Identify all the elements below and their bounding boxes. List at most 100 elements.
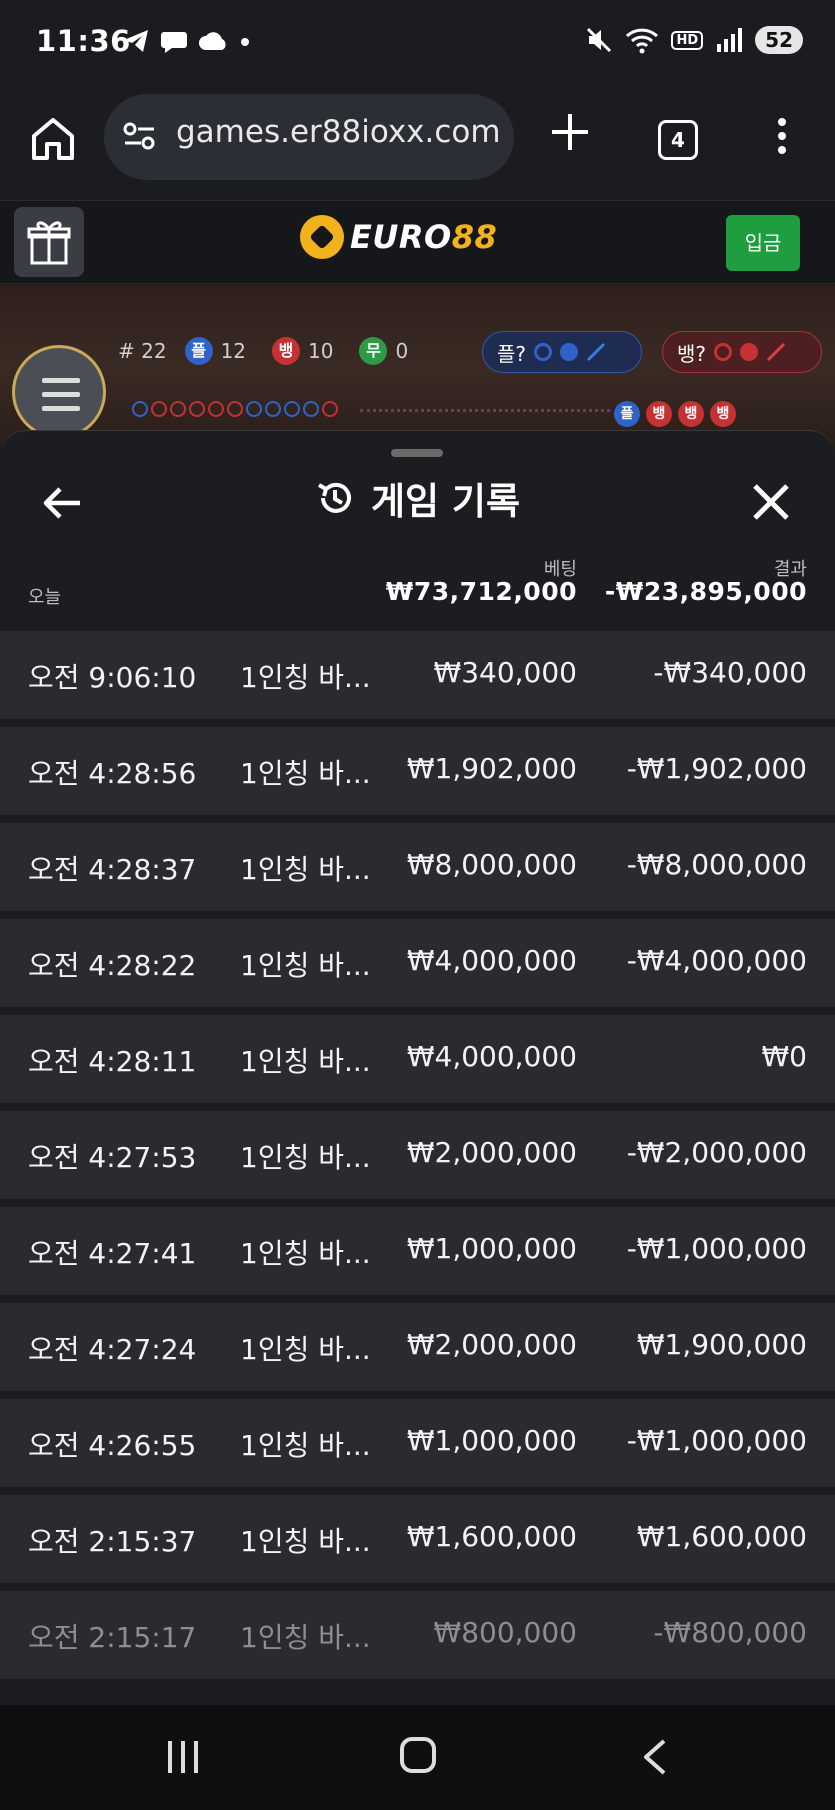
- row-time: 오전 4:27:53: [28, 1141, 197, 1174]
- address-bar[interactable]: games.er88ioxx.com: [104, 94, 514, 180]
- road-placeholder: [360, 409, 610, 412]
- banker-count: 10: [308, 339, 334, 363]
- history-row[interactable]: 오전 4:28:37 1인칭 바... ₩8,000,000 -₩8,000,000: [0, 823, 835, 911]
- wifi-icon: [626, 28, 659, 54]
- row-game: 1인칭 바...: [240, 661, 371, 694]
- status-bar: 11:36 HD 52: [0, 0, 835, 88]
- banker-predict-button[interactable]: 뱅?: [662, 331, 822, 373]
- hd-icon: HD: [671, 30, 704, 50]
- site-settings-icon[interactable]: [122, 120, 158, 152]
- row-result: ₩1,900,000: [636, 1328, 807, 1361]
- battery-indicator: 52: [755, 26, 803, 54]
- row-time: 오전 4:28:22: [28, 949, 197, 982]
- sheet-drag-handle[interactable]: [391, 449, 443, 457]
- history-row[interactable]: 오전 4:28:22 1인칭 바... ₩4,000,000 -₩4,000,000: [0, 919, 835, 1007]
- site-header: EURO88 입금: [0, 200, 835, 284]
- bet-total: ₩73,712,000: [385, 577, 577, 606]
- row-time: 오전 2:15:37: [28, 1525, 197, 1558]
- game-area: # 22 플 12 뱅 10 무 0 플? 뱅? 플 뱅 뱅 뱅: [0, 285, 835, 445]
- row-game: 1인칭 바...: [240, 1429, 371, 1462]
- row-game: 1인칭 바...: [240, 853, 371, 886]
- blue-dot-icon: [560, 343, 579, 361]
- row-bet: ₩4,000,000: [406, 1040, 577, 1073]
- system-nav-bar: [0, 1705, 835, 1810]
- dot-icon: [241, 38, 249, 46]
- row-result: -₩1,000,000: [626, 1424, 807, 1457]
- deposit-button[interactable]: 입금: [726, 215, 800, 271]
- row-bet: ₩1,600,000: [406, 1520, 577, 1553]
- row-result: -₩340,000: [653, 656, 807, 689]
- result-tag: 플: [614, 401, 640, 427]
- recent-apps-button[interactable]: [168, 1741, 198, 1773]
- tab-switcher-button[interactable]: 4: [658, 120, 698, 160]
- history-row[interactable]: 오전 4:28:56 1인칭 바... ₩1,902,000 -₩1,902,000: [0, 727, 835, 815]
- red-ring-icon: [714, 343, 733, 361]
- row-time: 오전 4:28:37: [28, 853, 197, 886]
- history-row[interactable]: 오전 2:15:37 1인칭 바... ₩1,600,000 ₩1,600,000: [0, 1495, 835, 1583]
- row-time: 오전 4:28:11: [28, 1045, 197, 1078]
- row-bet: ₩800,000: [433, 1616, 577, 1649]
- notification-icons: [122, 28, 252, 54]
- logo-number: 88: [451, 218, 498, 256]
- system-icons: HD 52: [585, 26, 803, 54]
- row-time: 오전 4:27:24: [28, 1333, 197, 1366]
- gift-button[interactable]: [14, 207, 84, 277]
- status-time: 11:36: [36, 24, 131, 58]
- result-tag: 뱅: [678, 401, 704, 427]
- row-bet: ₩2,000,000: [406, 1328, 577, 1361]
- row-game: 1인칭 바...: [240, 1141, 371, 1174]
- row-game: 1인칭 바...: [240, 1333, 371, 1366]
- history-row[interactable]: 오전 4:26:55 1인칭 바... ₩1,000,000 -₩1,000,000: [0, 1399, 835, 1487]
- close-button[interactable]: [750, 481, 792, 523]
- row-bet: ₩1,000,000: [406, 1232, 577, 1265]
- browser-toolbar: games.er88ioxx.com 4: [0, 88, 835, 200]
- history-row[interactable]: 오전 4:27:24 1인칭 바... ₩2,000,000 ₩1,900,000: [0, 1303, 835, 1391]
- result-tag: 뱅: [646, 401, 672, 427]
- tie-badge: 무: [359, 337, 388, 365]
- row-game: 1인칭 바...: [240, 1237, 371, 1270]
- row-bet: ₩1,902,000: [406, 752, 577, 785]
- row-result: -₩1,902,000: [626, 752, 807, 785]
- row-result: -₩4,000,000: [626, 944, 807, 977]
- red-slash-icon: [766, 342, 786, 362]
- row-time: 오전 4:26:55: [28, 1429, 197, 1462]
- player-count: 12: [220, 339, 247, 363]
- history-row[interactable]: 오전 4:28:11 1인칭 바... ₩4,000,000 ₩0: [0, 1015, 835, 1103]
- result-total: -₩23,895,000: [604, 577, 807, 606]
- history-row[interactable]: 오전 4:27:53 1인칭 바... ₩2,000,000 -₩2,000,000: [0, 1111, 835, 1199]
- back-button[interactable]: [640, 1737, 670, 1777]
- row-result: -₩1,000,000: [626, 1232, 807, 1265]
- row-game: 1인칭 바...: [240, 1525, 371, 1558]
- gift-icon: [27, 221, 71, 265]
- row-game: 1인칭 바...: [240, 757, 371, 790]
- player-badge: 플: [184, 337, 213, 365]
- soccer-ball-icon: [300, 215, 344, 259]
- row-game: 1인칭 바...: [240, 949, 371, 982]
- history-row[interactable]: 오전 2:15:17 1인칭 바... ₩800,000 -₩800,000: [0, 1591, 835, 1679]
- home-button[interactable]: [400, 1737, 436, 1773]
- history-row[interactable]: 오전 9:06:10 1인칭 바... ₩340,000 -₩340,000: [0, 631, 835, 719]
- player-predict-button[interactable]: 플?: [482, 331, 642, 373]
- row-bet: ₩4,000,000: [406, 944, 577, 977]
- site-logo[interactable]: EURO88: [300, 215, 497, 259]
- row-result: ₩0: [761, 1040, 808, 1073]
- blue-slash-icon: [586, 342, 606, 362]
- history-icon: [317, 482, 351, 513]
- browser-menu-button[interactable]: [770, 118, 794, 162]
- row-game: 1인칭 바...: [240, 1621, 371, 1654]
- player-predict-label: 플?: [497, 341, 527, 366]
- chat-icon: [161, 32, 187, 53]
- row-time: 오전 4:28:56: [28, 757, 197, 790]
- row-bet: ₩2,000,000: [406, 1136, 577, 1169]
- logo-text: EURO: [350, 218, 452, 256]
- red-dot-icon: [740, 343, 759, 361]
- history-row[interactable]: 오전 4:27:41 1인칭 바... ₩1,000,000 -₩1,000,000: [0, 1207, 835, 1295]
- browser-home-button[interactable]: [28, 114, 78, 164]
- game-menu-button[interactable]: [12, 345, 106, 439]
- row-game: 1인칭 바...: [240, 1045, 371, 1078]
- banker-predict-label: 뱅?: [677, 341, 707, 366]
- new-tab-button[interactable]: [548, 110, 592, 154]
- banker-badge: 뱅: [272, 337, 301, 365]
- row-result: -₩2,000,000: [626, 1136, 807, 1169]
- row-bet: ₩8,000,000: [406, 848, 577, 881]
